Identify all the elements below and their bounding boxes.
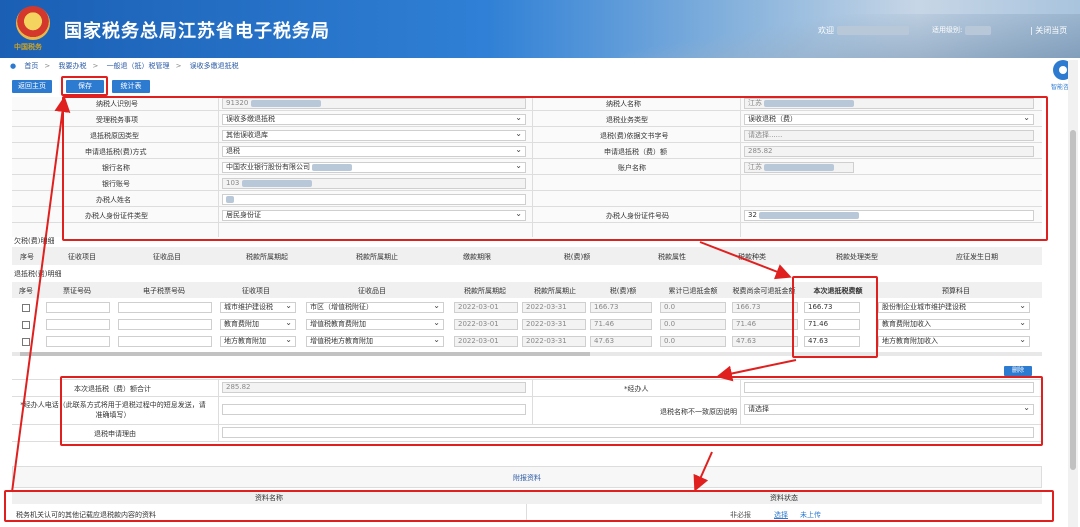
- annotation-arrows: [11, 96, 797, 493]
- arrow-to-save: [11, 96, 71, 493]
- arrow-to-summary: [716, 359, 797, 382]
- arrow-to-refund-col: [699, 241, 792, 280]
- arrow-to-attach: [693, 451, 713, 492]
